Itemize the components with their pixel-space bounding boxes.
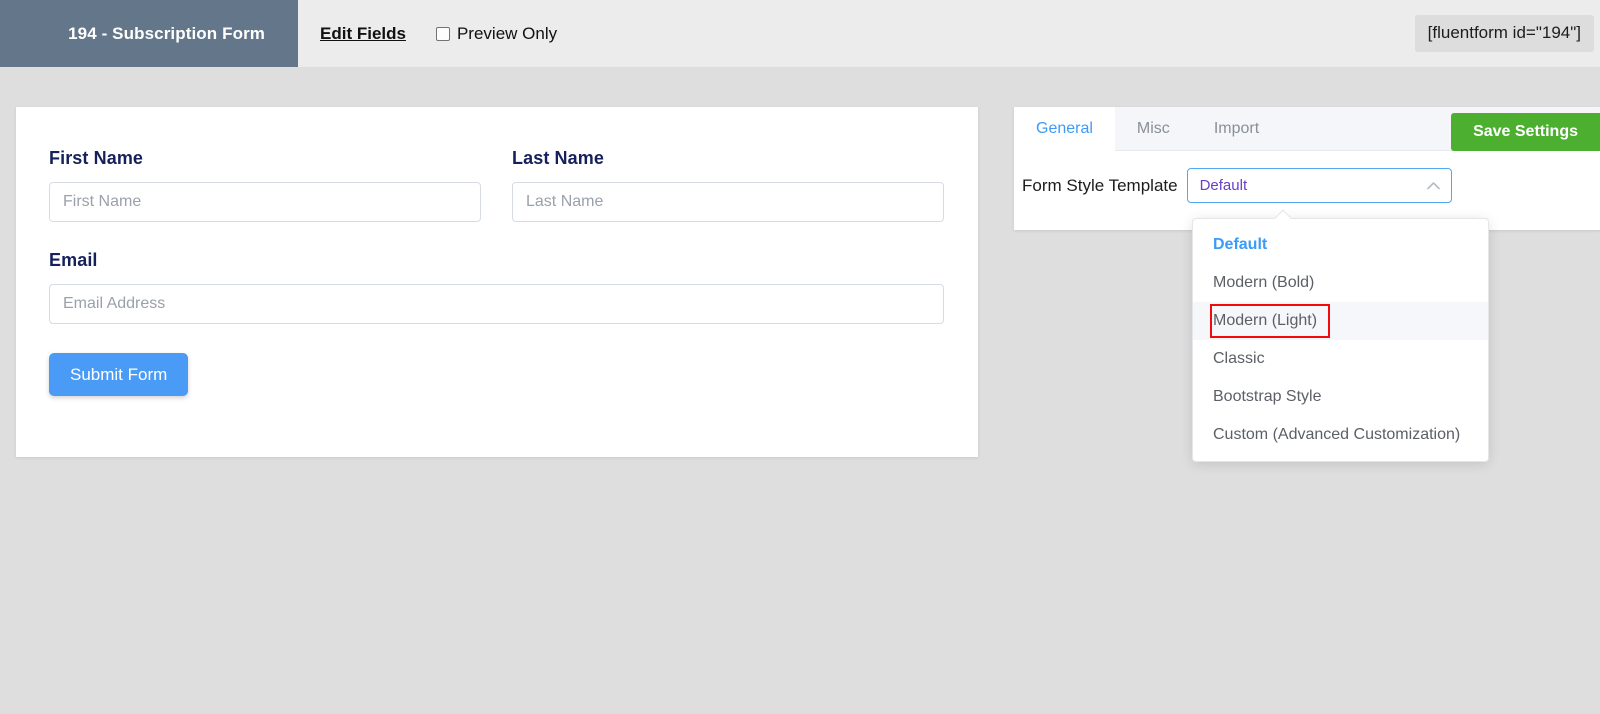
tab-import[interactable]: Import — [1192, 107, 1281, 150]
first-name-input[interactable] — [49, 182, 481, 222]
form-preview-body: First Name Last Name Email Submit Form — [16, 107, 978, 396]
first-name-field: First Name — [49, 148, 481, 222]
settings-tabs: General Misc Import Save Settings — [1014, 107, 1600, 151]
form-style-template-value: Default — [1199, 177, 1248, 194]
form-preview-card: First Name Last Name Email Submit Form — [16, 107, 978, 457]
last-name-label: Last Name — [512, 148, 604, 168]
form-style-template-dropdown[interactable]: Default Modern (Bold) Modern (Light) Cla… — [1192, 209, 1489, 462]
form-settings-card: General Misc Import Save Settings Form S… — [1014, 107, 1600, 230]
first-name-label: First Name — [49, 148, 144, 168]
form-style-template-label: Form Style Template — [1022, 175, 1178, 195]
shortcode-chip[interactable]: [fluentform id="194"] — [1414, 15, 1594, 52]
preview-only-toggle[interactable]: Preview Only — [435, 23, 558, 44]
dropdown-option-modern-bold[interactable]: Modern (Bold) — [1193, 264, 1488, 302]
email-field: Email — [49, 250, 944, 324]
save-settings-button[interactable]: Save Settings — [1451, 113, 1600, 151]
email-input[interactable] — [49, 284, 944, 324]
tab-general[interactable]: General — [1014, 107, 1115, 151]
dropdown-option-bootstrap-style[interactable]: Bootstrap Style — [1193, 378, 1488, 416]
preview-only-label: Preview Only — [456, 23, 558, 43]
settings-body: Form Style Template Default — [1014, 151, 1600, 203]
email-label: Email — [49, 250, 98, 270]
submit-form-button[interactable]: Submit Form — [49, 353, 189, 396]
tab-misc[interactable]: Misc — [1115, 107, 1192, 150]
dropdown-option-classic[interactable]: Classic — [1193, 340, 1488, 378]
form-style-template-select[interactable]: Default — [1186, 168, 1452, 203]
form-title: 194 - Subscription Form — [0, 0, 298, 67]
dropdown-option-modern-light[interactable]: Modern (Light) — [1193, 302, 1488, 340]
top-bar-actions: Edit Fields Preview Only [fluentform id=… — [298, 0, 1600, 67]
last-name-input[interactable] — [512, 182, 944, 222]
edit-fields-link[interactable]: Edit Fields — [320, 24, 406, 44]
top-bar: 194 - Subscription Form Edit Fields Prev… — [0, 0, 1600, 67]
last-name-field: Last Name — [512, 148, 944, 222]
dropdown-option-default[interactable]: Default — [1193, 226, 1488, 264]
preview-only-checkbox[interactable] — [435, 26, 450, 41]
name-field-row: First Name Last Name — [49, 148, 944, 222]
chevron-up-icon — [1427, 179, 1441, 193]
dropdown-option-custom[interactable]: Custom (Advanced Customization) — [1193, 416, 1488, 454]
